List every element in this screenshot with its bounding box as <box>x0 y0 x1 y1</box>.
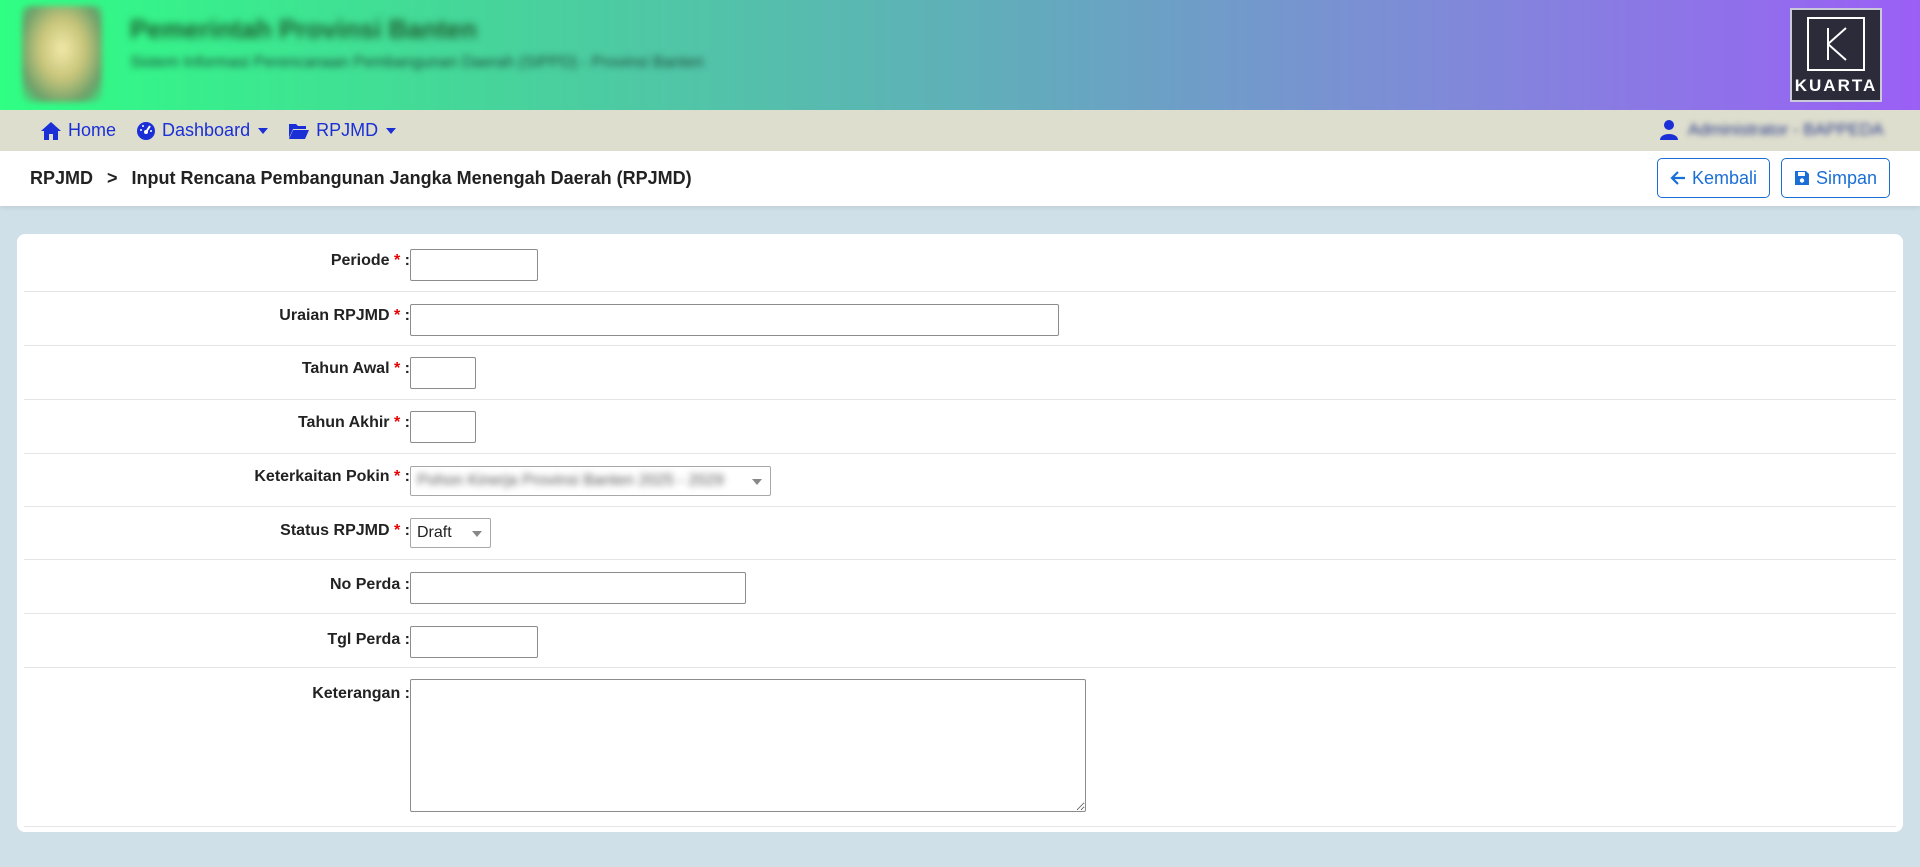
floppy-disk-icon <box>1794 171 1809 185</box>
back-button[interactable]: Kembali <box>1657 158 1770 198</box>
navbar: Home Dashboard RPJMD Administrator - BAP… <box>0 110 1920 151</box>
nav-home[interactable]: Home <box>40 120 116 141</box>
breadcrumb-separator: > <box>107 168 118 188</box>
uraian-label: Uraian RPJMD * : <box>279 307 410 324</box>
user-name: Administrator - BAPPEDA <box>1688 120 1884 139</box>
form-row-pokin: Keterkaitan Pokin * : Pohon Kinerja Prov… <box>24 454 1896 507</box>
no-perda-label: No Perda : <box>329 576 410 593</box>
form-row-tahun-akhir: Tahun Akhir * : <box>24 400 1896 454</box>
kuarta-brand-text: KUARTA <box>1794 76 1878 95</box>
tahun-akhir-label: Tahun Akhir * : <box>297 414 410 431</box>
breadcrumb: RPJMD > Input Rencana Pembangunan Jangka… <box>0 151 1920 206</box>
nav-dashboard-label: Dashboard <box>162 120 251 140</box>
status-select[interactable]: Draft <box>410 518 491 548</box>
save-button-label: Simpan <box>1815 167 1877 188</box>
nav-rpjmd-label: RPJMD <box>316 120 379 140</box>
kuarta-logo: KUARTA <box>1790 8 1882 102</box>
chevron-down-icon <box>472 531 482 537</box>
page-title: Input Rencana Pembangunan Jangka Menenga… <box>131 168 692 188</box>
user-menu[interactable]: Administrator - BAPPEDA <box>1660 120 1884 140</box>
tahun-awal-input[interactable] <box>410 357 476 389</box>
status-label: Status RPJMD * : <box>280 522 410 539</box>
pokin-label: Keterkaitan Pokin * : <box>254 468 410 485</box>
form-row-keterangan: Keterangan : <box>24 668 1896 827</box>
form-row-no-perda: No Perda : <box>24 560 1896 614</box>
chevron-down-icon <box>752 479 762 485</box>
uraian-input[interactable] <box>410 304 1059 336</box>
form-row-status: Status RPJMD * : Draft <box>24 507 1896 560</box>
periode-label: Periode * : <box>330 252 410 269</box>
breadcrumb-root[interactable]: RPJMD <box>30 168 93 189</box>
home-icon <box>41 121 61 140</box>
province-logo <box>22 6 102 102</box>
no-perda-input[interactable] <box>410 572 746 604</box>
kuarta-k-icon <box>1807 17 1865 71</box>
pokin-selected-value: Pohon Kinerja Provinsi Banten 2025 - 202… <box>417 472 724 489</box>
header-banner: Pemerintah Provinsi Banten Sistem Inform… <box>0 0 1920 110</box>
user-icon <box>1660 120 1678 140</box>
form-row-periode: Periode * : <box>24 234 1896 292</box>
tahun-awal-label: Tahun Awal * : <box>301 360 410 377</box>
chevron-down-icon <box>386 127 397 134</box>
form-row-tahun-awal: Tahun Awal * : <box>24 346 1896 400</box>
tgl-perda-input[interactable] <box>410 626 538 658</box>
pokin-select[interactable]: Pohon Kinerja Provinsi Banten 2025 - 202… <box>410 466 771 496</box>
form-row-tgl-perda: Tgl Perda : <box>24 614 1896 668</box>
nav-home-label: Home <box>68 120 117 140</box>
nav-rpjmd[interactable]: RPJMD <box>288 120 397 141</box>
arrow-left-icon <box>1670 171 1685 185</box>
keterangan-label: Keterangan : <box>312 685 410 702</box>
periode-input[interactable] <box>410 249 538 281</box>
nav-dashboard[interactable]: Dashboard <box>136 120 269 141</box>
form-row-uraian: Uraian RPJMD * : <box>24 292 1896 346</box>
rpjmd-form: Periode * : Uraian RPJMD * : Tahun Awal … <box>17 234 1903 832</box>
status-selected-value: Draft <box>417 524 452 541</box>
tahun-akhir-input[interactable] <box>410 411 476 443</box>
back-button-label: Kembali <box>1691 167 1757 188</box>
tgl-perda-label: Tgl Perda : <box>327 631 410 648</box>
folder-open-icon <box>289 123 310 139</box>
header-title: Pemerintah Provinsi Banten <box>130 14 477 44</box>
keterangan-textarea[interactable] <box>410 679 1086 812</box>
header-subtitle: Sistem Informasi Perencanaan Pembangunan… <box>130 54 704 71</box>
save-button[interactable]: Simpan <box>1781 158 1890 198</box>
chevron-down-icon <box>258 127 269 134</box>
tachometer-icon <box>137 121 156 140</box>
